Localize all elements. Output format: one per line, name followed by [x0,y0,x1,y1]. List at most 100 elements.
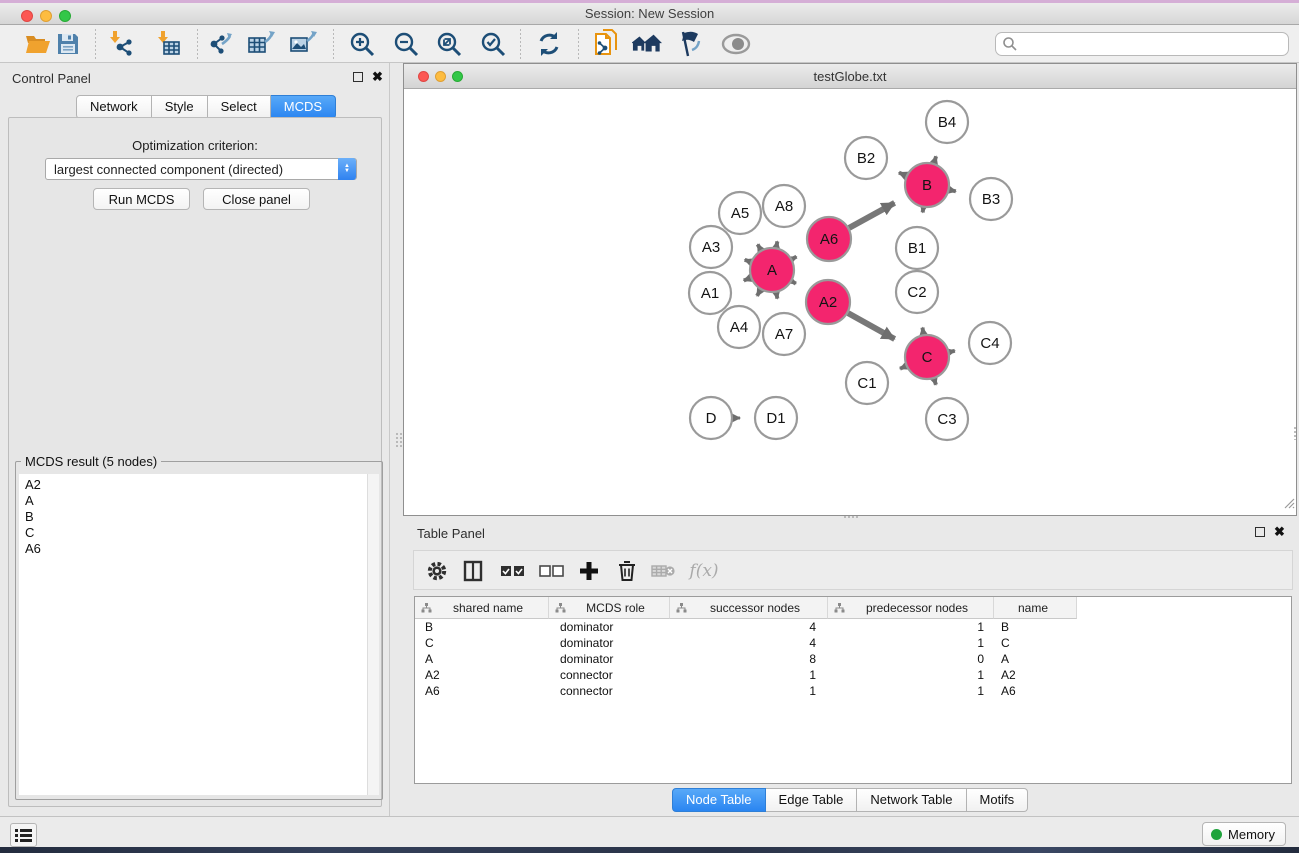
graph-edge-A-A7[interactable] [776,293,777,299]
column-header-successor-nodes[interactable]: successor nodes [670,597,828,619]
node-table[interactable]: shared nameMCDS rolesuccessor nodesprede… [414,596,1292,784]
criterion-select[interactable]: largest connected component (directed) ▲… [45,158,357,180]
close-panel-icon[interactable]: ✖ [1274,527,1285,537]
tab-mcds[interactable]: MCDS [271,95,336,119]
search-input[interactable] [1018,35,1288,53]
column-header-name[interactable]: name [994,597,1077,619]
graph-edge-A-A1[interactable] [744,278,751,280]
tab-network-table[interactable]: Network Table [857,788,966,812]
mcds-result-item[interactable]: A2 [25,477,379,493]
toolbar-separator [578,29,579,59]
table-cell: 1 [828,619,994,635]
export-image-icon[interactable] [289,29,319,59]
import-network-icon[interactable] [106,29,136,59]
table-row[interactable]: Bdominator41B [415,619,1291,635]
graph-edge-A-A3[interactable] [745,260,751,262]
refresh-icon[interactable] [534,29,564,59]
node-table-body: Bdominator41BCdominator41CAdominator80AA… [415,619,1291,699]
tab-node-table[interactable]: Node Table [672,788,766,812]
show-columns-icon[interactable] [459,557,487,585]
export-network-icon[interactable] [206,29,236,59]
zoom-in-icon[interactable] [347,29,377,59]
table-panel-title: Table Panel [417,526,485,541]
zoom-network-window-button[interactable] [452,71,463,82]
tab-motifs[interactable]: Motifs [967,788,1029,812]
graph-edge-C-C1[interactable] [900,366,906,369]
resize-grip-icon[interactable] [1282,496,1295,514]
network-graph: A5A8A3A6AA1A2A4A7B2B4BB3B1C2CC4C1C3DD1 [404,89,1296,515]
memory-button[interactable]: Memory [1202,822,1286,846]
minimize-network-window-button[interactable] [435,71,446,82]
graph-node-label-B2: B2 [857,150,875,167]
search-box[interactable] [995,32,1289,56]
settings-gear-icon[interactable] [423,557,451,585]
graph-edge-A-A6[interactable] [792,257,796,259]
table-row[interactable]: Adominator80A [415,651,1291,667]
import-table-icon[interactable] [154,29,184,59]
graph-edge-B-B3[interactable] [949,190,955,191]
zoom-fit-icon[interactable] [434,29,464,59]
float-panel-icon[interactable] [353,72,363,82]
export-table-icon[interactable] [247,29,277,59]
table-cell: A6 [415,683,549,699]
tab-select[interactable]: Select [208,95,271,119]
home-icon[interactable] [632,29,662,59]
tab-edge-table[interactable]: Edge Table [766,788,858,812]
table-row[interactable]: A2connector11A2 [415,667,1291,683]
table-cell: 4 [670,619,828,635]
select-all-icon[interactable] [499,557,527,585]
table-panel-tabs: Node TableEdge TableNetwork TableMotifs [672,788,1028,812]
delete-row-icon[interactable] [613,557,641,585]
task-history-button[interactable] [10,823,37,847]
column-header-MCDS-role[interactable]: MCDS role [549,597,670,619]
minimize-window-button[interactable] [40,10,52,22]
zoom-out-icon[interactable] [391,29,421,59]
graph-edge-A-A5[interactable] [758,244,761,250]
graph-edge-C-C4[interactable] [949,351,954,352]
close-network-window-button[interactable] [418,71,429,82]
graph-edge-A-A8[interactable] [776,241,777,247]
network-canvas[interactable]: A5A8A3A6AA1A2A4A7B2B4BB3B1C2CC4C1C3DD1 [404,89,1296,515]
eye-icon[interactable] [721,29,751,59]
graph-edge-C-C3[interactable] [934,379,936,385]
graph-edge-C-C2[interactable] [922,328,923,335]
table-row[interactable]: A6connector11A6 [415,683,1291,699]
close-panel-button[interactable]: Close panel [203,188,310,210]
fx-label: f(x) [689,561,718,581]
float-panel-icon[interactable] [1255,527,1265,537]
tab-network[interactable]: Network [76,95,152,119]
graph-edge-B-B2[interactable] [899,173,906,176]
column-header-predecessor-nodes[interactable]: predecessor nodes [828,597,994,619]
optimization-criterion-label: Optimization criterion: [9,138,381,153]
mcds-list-scrollbar[interactable] [367,474,379,795]
network-window-titlebar[interactable]: testGlobe.txt [404,64,1296,89]
tab-style[interactable]: Style [152,95,208,119]
graph-edge-A-A2[interactable] [792,281,796,283]
zoom-window-button[interactable] [59,10,71,22]
zoom-selected-icon[interactable] [478,29,508,59]
table-row[interactable]: Cdominator41C [415,635,1291,651]
add-row-icon[interactable] [575,557,603,585]
deselect-all-icon[interactable] [538,557,566,585]
graph-edge-A-A4[interactable] [757,290,760,296]
table-cell: 1 [670,683,828,699]
mcds-result-item[interactable]: C [25,525,379,541]
graph-edge-B-B1[interactable] [923,208,924,213]
graph-edge-B-B4[interactable] [934,156,936,163]
mcds-result-item[interactable]: B [25,509,379,525]
close-panel-icon[interactable]: ✖ [372,72,383,82]
close-window-button[interactable] [21,10,33,22]
table-cell: 1 [828,667,994,683]
graph-edge-A6-B[interactable] [849,203,894,228]
mcds-result-item[interactable]: A6 [25,541,379,557]
new-network-from-selection-icon[interactable] [593,29,623,59]
mcds-result-item[interactable]: A [25,493,379,509]
splitter-handle[interactable] [395,432,403,448]
save-session-icon[interactable] [53,29,83,59]
annotation-flag-icon[interactable] [675,29,705,59]
open-file-icon[interactable] [23,29,53,59]
splitter-handle[interactable] [1293,426,1298,440]
column-header-shared-name[interactable]: shared name [415,597,549,619]
run-mcds-button[interactable]: Run MCDS [93,188,190,210]
graph-edge-A2-C[interactable] [848,313,895,339]
